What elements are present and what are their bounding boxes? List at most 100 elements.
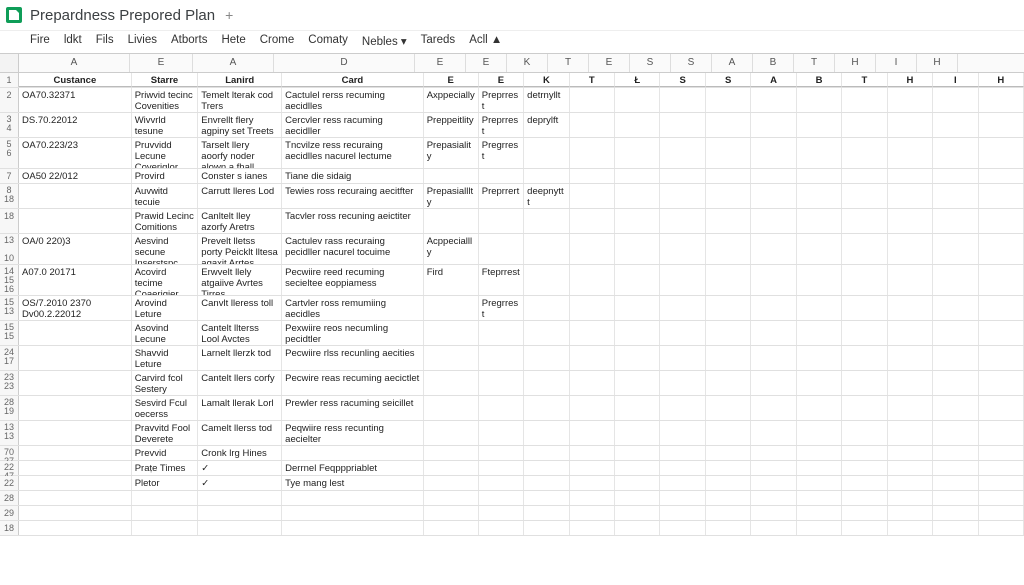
cell[interactable] [424, 421, 479, 445]
cell[interactable] [660, 209, 705, 233]
cell[interactable] [615, 461, 660, 475]
cell[interactable] [282, 446, 424, 460]
cell[interactable] [933, 265, 978, 295]
row-number[interactable]: 18 [0, 521, 19, 535]
cell[interactable]: Envrellt flery agpiny set Treets [198, 113, 282, 137]
cell[interactable] [751, 421, 796, 445]
column-letter[interactable]: S [630, 54, 671, 72]
row-number[interactable]: 1515 [0, 321, 19, 345]
cell[interactable] [888, 169, 933, 183]
cell[interactable] [888, 113, 933, 137]
header-cell[interactable]: Card [282, 73, 424, 87]
cell[interactable] [660, 113, 705, 137]
cell[interactable]: Cantelt llterss Lool Avctes [198, 321, 282, 345]
cell[interactable] [479, 209, 524, 233]
menu-item[interactable]: Fire [30, 34, 50, 48]
row-number[interactable]: 1310 [0, 234, 19, 264]
cell[interactable]: Preprrest [479, 88, 524, 112]
cell[interactable] [570, 265, 615, 295]
row-number[interactable]: 1313 [0, 421, 19, 445]
cell[interactable]: Erwvelt llely atgaiive Avrtes Tirres [198, 265, 282, 295]
cell[interactable]: Cronk lrg Hines [198, 446, 282, 460]
row-number[interactable]: 818 [0, 184, 19, 208]
cell[interactable]: Acovird tecime Coaerigjer Acverriay Loat… [132, 265, 199, 295]
cell[interactable] [888, 371, 933, 395]
cell[interactable] [424, 506, 479, 520]
cell[interactable] [933, 346, 978, 370]
column-letter[interactable]: D [274, 54, 415, 72]
cell[interactable] [842, 113, 887, 137]
header-cell[interactable]: E [424, 73, 479, 87]
cell[interactable] [979, 446, 1024, 460]
cell[interactable] [888, 138, 933, 168]
cell[interactable] [979, 421, 1024, 445]
header-cell[interactable]: H [888, 73, 933, 87]
cell[interactable] [842, 321, 887, 345]
cell[interactable] [524, 346, 569, 370]
cell[interactable] [524, 461, 569, 475]
cell[interactable] [19, 476, 132, 490]
cell[interactable]: Cantelt llers corfy [198, 371, 282, 395]
column-letter[interactable]: E [130, 54, 193, 72]
column-letter[interactable]: E [466, 54, 507, 72]
cell[interactable] [424, 396, 479, 420]
cell[interactable] [615, 421, 660, 445]
cell[interactable] [479, 446, 524, 460]
row-number[interactable]: 141516 [0, 265, 19, 295]
row-number[interactable]: 22 [0, 476, 19, 490]
cell[interactable] [570, 138, 615, 168]
cell[interactable] [424, 476, 479, 490]
cell[interactable] [570, 209, 615, 233]
cell[interactable] [615, 491, 660, 505]
cell[interactable] [797, 371, 842, 395]
cell[interactable] [198, 506, 282, 520]
cell[interactable] [660, 88, 705, 112]
cell[interactable]: OA70.223/23 [19, 138, 132, 168]
cell[interactable] [424, 461, 479, 475]
cell[interactable] [888, 184, 933, 208]
cell[interactable] [660, 296, 705, 320]
cell[interactable] [570, 396, 615, 420]
cell[interactable] [570, 234, 615, 264]
cell[interactable]: DS.70.22012 [19, 113, 132, 137]
row-number[interactable]: 7027 [0, 446, 19, 460]
cell[interactable] [751, 461, 796, 475]
cell[interactable] [706, 321, 751, 345]
cell[interactable] [479, 421, 524, 445]
cell[interactable] [615, 88, 660, 112]
cell[interactable] [797, 265, 842, 295]
cell[interactable] [842, 209, 887, 233]
cell[interactable] [424, 446, 479, 460]
cell[interactable]: Prepasiality [424, 138, 479, 168]
cell[interactable] [842, 421, 887, 445]
cell[interactable] [751, 396, 796, 420]
cell[interactable] [479, 476, 524, 490]
cell[interactable] [979, 234, 1024, 264]
cell[interactable] [479, 521, 524, 535]
menu-item[interactable]: Nebles ▾ [362, 34, 407, 48]
cell[interactable] [524, 371, 569, 395]
cell[interactable] [842, 521, 887, 535]
header-cell[interactable]: K [524, 73, 569, 87]
cell[interactable] [933, 321, 978, 345]
header-cell[interactable]: Ł [615, 73, 660, 87]
cell[interactable] [979, 169, 1024, 183]
cell[interactable]: OS/7.2010 2370 Dv00.2.22012 [19, 296, 132, 320]
cell[interactable] [888, 491, 933, 505]
cell[interactable] [615, 184, 660, 208]
select-all-corner[interactable] [0, 54, 19, 72]
cell[interactable] [979, 296, 1024, 320]
row-number[interactable]: 34 [0, 113, 19, 137]
cell[interactable] [524, 234, 569, 264]
cell[interactable] [751, 184, 796, 208]
cell[interactable] [282, 506, 424, 520]
cell[interactable] [479, 506, 524, 520]
cell[interactable] [570, 371, 615, 395]
cell[interactable]: Cactulev rass recuraing pecidller nacure… [282, 234, 424, 264]
cell[interactable] [751, 234, 796, 264]
cell[interactable]: Fteprrest [479, 265, 524, 295]
cell[interactable] [660, 265, 705, 295]
cell[interactable] [615, 209, 660, 233]
cell[interactable] [797, 184, 842, 208]
cell[interactable] [706, 371, 751, 395]
